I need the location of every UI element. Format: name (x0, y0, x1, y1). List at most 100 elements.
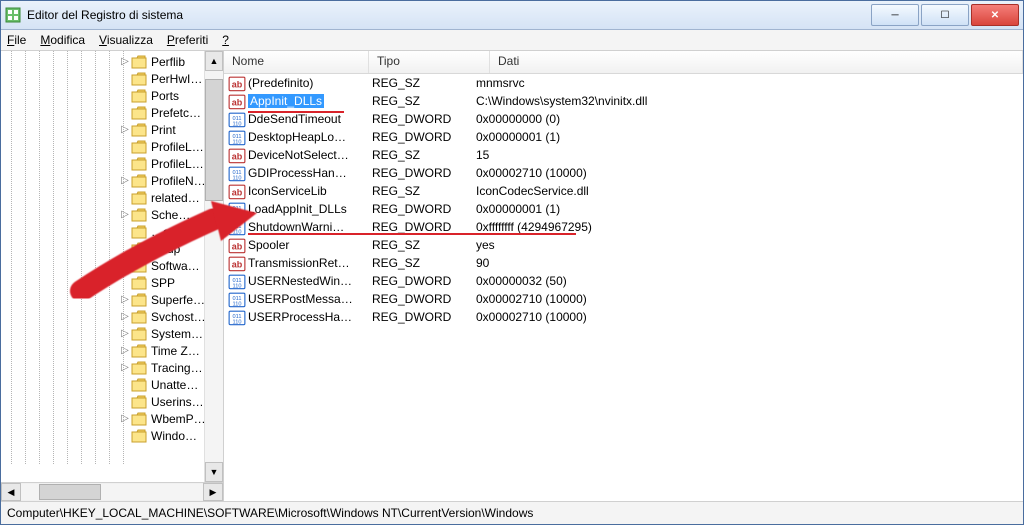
scroll-track[interactable] (21, 484, 203, 500)
value-type: REG_SZ (372, 184, 476, 198)
reg-sz-icon: ab (228, 256, 246, 270)
value-row[interactable]: 011110DesktopHeapLo…REG_DWORD0x00000001 … (224, 128, 1023, 146)
value-data: 0x00002710 (10000) (476, 166, 1023, 180)
tree-vertical-scrollbar[interactable]: ▲ ▼ (204, 51, 223, 482)
value-row[interactable]: abTransmissionRet…REG_SZ90 (224, 254, 1023, 272)
scroll-left-icon[interactable]: ◀ (1, 483, 21, 501)
tree-item[interactable]: PerHwI… (1, 70, 204, 87)
tree-item[interactable]: ▷Time Z… (1, 342, 204, 359)
close-button[interactable]: ✕ (971, 4, 1019, 26)
folder-icon (131, 242, 147, 256)
tree-item[interactable]: ProfileL… (1, 138, 204, 155)
value-row[interactable]: abIconServiceLibREG_SZIconCodecService.d… (224, 182, 1023, 200)
tree-item[interactable]: ▷ WbemP… (1, 410, 204, 427)
tree-item[interactable]: ProfileL… (1, 155, 204, 172)
value-name: GDIProcessHan… (248, 166, 372, 180)
tree-item-label: setup (151, 242, 204, 256)
folder-icon (131, 395, 147, 409)
menu-item[interactable]: Modifica (40, 33, 85, 47)
tree-item-label: WbemP… (151, 412, 204, 426)
body: ▷PerflibPerHwI…PortsPrefetc…▷PrintProfil… (1, 51, 1023, 501)
value-row[interactable]: abAppInit_DLLsREG_SZC:\Windows\system32\… (224, 92, 1023, 110)
scroll-right-icon[interactable]: ▶ (203, 483, 223, 501)
folder-icon (131, 378, 147, 392)
value-data: 0x00000032 (50) (476, 274, 1023, 288)
tree-item[interactable]: Unatte… (1, 376, 204, 393)
scroll-up-icon[interactable]: ▲ (205, 51, 223, 71)
value-row[interactable]: 011110GDIProcessHan…REG_DWORD0x00002710 … (224, 164, 1023, 182)
expand-icon[interactable]: ▷ (119, 209, 131, 220)
expand-icon[interactable]: ▷ (119, 260, 131, 271)
tree-item[interactable]: related… (1, 189, 204, 206)
expand-icon[interactable]: ▷ (119, 311, 131, 322)
tree-item[interactable]: ▷System… (1, 325, 204, 342)
value-name: USERProcessHa… (248, 310, 372, 324)
value-row[interactable]: abSpoolerREG_SZyes (224, 236, 1023, 254)
value-row[interactable]: ab(Predefinito)REG_SZmnmsrvc (224, 74, 1023, 92)
maximize-button[interactable]: ☐ (921, 4, 969, 26)
value-data: 0x00002710 (10000) (476, 292, 1023, 306)
tree-item[interactable]: ▷Tracing… (1, 359, 204, 376)
tree-item[interactable]: ▷ Softwa… (1, 257, 204, 274)
reg-sz-icon: ab (228, 94, 246, 108)
tree-item[interactable]: SPP (1, 274, 204, 291)
window-title: Editor del Registro di sistema (27, 8, 869, 22)
tree-scroll[interactable]: ▷PerflibPerHwI…PortsPrefetc…▷PrintProfil… (1, 51, 204, 482)
minimize-button[interactable]: ─ (871, 4, 919, 26)
list-body[interactable]: ab(Predefinito)REG_SZmnmsrvcabAppInit_DL… (224, 74, 1023, 501)
expand-icon[interactable]: ▷ (119, 413, 131, 424)
value-data: 0x00000001 (1) (476, 130, 1023, 144)
expand-icon[interactable]: ▷ (119, 56, 131, 67)
expand-icon[interactable]: ▷ (119, 124, 131, 135)
value-row[interactable]: 011110USERProcessHa…REG_DWORD0x00002710 … (224, 308, 1023, 326)
svg-text:110: 110 (233, 122, 242, 128)
value-data: IconCodecService.dll (476, 184, 1023, 198)
folder-icon (131, 327, 147, 341)
scroll-track[interactable] (205, 71, 223, 462)
value-row[interactable]: 011110DdeSendTimeoutREG_DWORD0x00000000 … (224, 110, 1023, 128)
tree-item[interactable]: ▷Superfe… (1, 291, 204, 308)
reg-dword-icon: 011110 (228, 292, 246, 306)
tree-item[interactable]: ▷ProfileN… (1, 172, 204, 189)
menu-item[interactable]: Visualizza (99, 33, 153, 47)
menu-item[interactable]: File (7, 33, 26, 47)
tree-item[interactable]: Prefetc… (1, 104, 204, 121)
scroll-thumb[interactable] (205, 79, 223, 201)
value-row[interactable]: 011110USERPostMessa…REG_DWORD0x00002710 … (224, 290, 1023, 308)
tree-item[interactable]: ▷Print (1, 121, 204, 138)
scroll-down-icon[interactable]: ▼ (205, 462, 223, 482)
value-row[interactable]: 011110USERNestedWin…REG_DWORD0x00000032 … (224, 272, 1023, 290)
value-row[interactable]: 011110ShutdownWarni…REG_DWORD0xffffffff … (224, 218, 1023, 236)
scroll-thumb[interactable] (39, 484, 101, 500)
expand-icon[interactable]: ▷ (119, 345, 131, 356)
tree-item[interactable]: Ports (1, 87, 204, 104)
tree-horizontal-scrollbar[interactable]: ◀ ▶ (1, 482, 223, 501)
statusbar-path: Computer\HKEY_LOCAL_MACHINE\SOFTWARE\Mic… (7, 506, 533, 520)
menu-item[interactable]: Preferiti (167, 33, 208, 47)
column-header-name[interactable]: Nome (224, 51, 369, 73)
column-header-type[interactable]: Tipo (369, 51, 490, 73)
tree-item[interactable]: Userins… (1, 393, 204, 410)
value-row[interactable]: 011110LoadAppInit_DLLsREG_DWORD0x0000000… (224, 200, 1023, 218)
tree-item[interactable]: ▷Sche… (1, 206, 204, 223)
reg-dword-icon: 011110 (228, 166, 246, 180)
tree-item[interactable]: setup (1, 240, 204, 257)
folder-icon (131, 89, 147, 103)
value-type: REG_DWORD (372, 166, 476, 180)
tree-item[interactable]: ▷Perflib (1, 53, 204, 70)
value-type: REG_DWORD (372, 310, 476, 324)
expand-icon[interactable]: ▷ (119, 294, 131, 305)
list-header: Nome Tipo Dati (224, 51, 1023, 74)
reg-dword-icon: 011110 (228, 112, 246, 126)
expand-icon[interactable]: ▷ (119, 175, 131, 186)
tree-item[interactable]: Windo… (1, 427, 204, 444)
menu-item[interactable]: ? (222, 33, 229, 47)
tree-item[interactable]: …edi… (1, 223, 204, 240)
expand-icon[interactable]: ▷ (119, 362, 131, 373)
value-row[interactable]: abDeviceNotSelect…REG_SZ15 (224, 146, 1023, 164)
column-header-data[interactable]: Dati (490, 51, 1023, 73)
expand-icon[interactable]: ▷ (119, 328, 131, 339)
svg-text:110: 110 (233, 176, 242, 182)
tree-item[interactable]: ▷Svchost… (1, 308, 204, 325)
tree-item-label: Softwa… (151, 259, 204, 273)
